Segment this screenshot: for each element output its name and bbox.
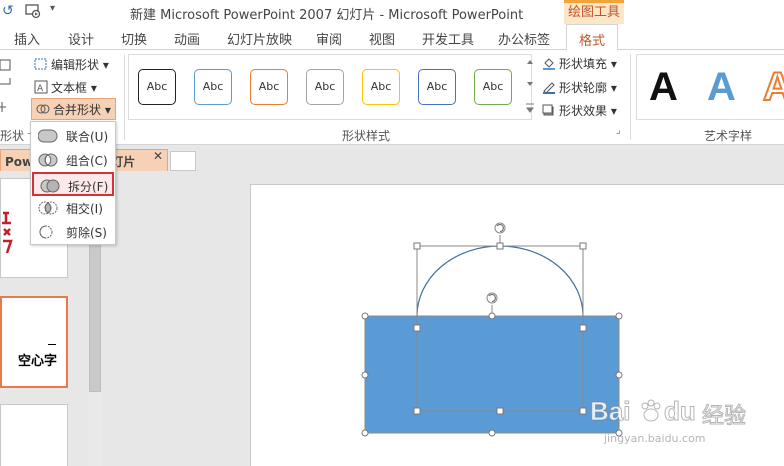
ribbon-tabs: 插入 设计 切换 动画 幻灯片放映 审阅 视图 开发工具 办公标签 格式 bbox=[0, 24, 784, 51]
tab-developer[interactable]: 开发工具 bbox=[422, 29, 474, 48]
gallery-scroll-icon[interactable] bbox=[524, 54, 536, 120]
close-tab-icon[interactable]: ✕ bbox=[153, 149, 163, 163]
slide-thumbnail-selected[interactable]: 空心字 bbox=[0, 296, 68, 388]
new-tab-button[interactable] bbox=[170, 151, 196, 171]
customize-quick-access-icon[interactable]: ▾ bbox=[50, 3, 55, 14]
shape-style-preset[interactable]: Abc bbox=[418, 69, 456, 105]
merge-shapes-menu: 联合(U) 组合(C) 拆分(F) 相交(I) 剪除(S) bbox=[30, 121, 116, 245]
thumbnail-art-icon bbox=[2, 211, 13, 254]
chevron-down-icon: ▾ bbox=[610, 81, 617, 95]
watermark-cn: 经验 bbox=[701, 404, 747, 430]
menu-item-combine[interactable]: 组合(C) bbox=[32, 148, 114, 172]
shape-fill-button[interactable]: 形状填充 ▾ bbox=[542, 55, 617, 72]
tab-transitions[interactable]: 切换 bbox=[121, 29, 147, 48]
tab-slideshow[interactable]: 幻灯片放映 bbox=[227, 29, 292, 48]
wordart-preset[interactable]: A bbox=[707, 65, 736, 110]
effects-icon bbox=[542, 104, 554, 116]
insert-shapes-group-label: 形状 bbox=[0, 129, 25, 143]
text-box-button[interactable]: A 文本框 ▾ bbox=[34, 79, 97, 96]
shape-styles-gallery: Abc Abc Abc Abc Abc Abc Abc bbox=[128, 54, 532, 120]
wordart-preset[interactable]: A bbox=[649, 65, 678, 110]
title-bar: ↺ ▾ 新建 Microsoft PowerPoint 2007 幻灯片 - M… bbox=[0, 0, 784, 24]
chevron-down-icon: ▾ bbox=[102, 58, 109, 72]
shape-effects-button[interactable]: 形状效果 ▾ bbox=[542, 102, 617, 119]
union-icon bbox=[38, 129, 58, 143]
ribbon-separator bbox=[124, 54, 125, 140]
chevron-down-icon: ▾ bbox=[610, 104, 617, 118]
wordart-group-label: 艺术字样 bbox=[704, 129, 753, 143]
undo-icon[interactable]: ↺ bbox=[2, 3, 16, 19]
subtract-icon bbox=[39, 225, 53, 239]
fragment-icon bbox=[40, 179, 60, 193]
text-box-label: 文本框 bbox=[51, 81, 88, 95]
semicircle-arc-shape[interactable] bbox=[416, 245, 584, 317]
menu-item-union[interactable]: 联合(U) bbox=[32, 124, 114, 148]
dialog-launcher-icon[interactable]: ⌟ bbox=[616, 125, 621, 136]
chevron-down-icon: ▾ bbox=[610, 57, 617, 71]
slide-thumbnail[interactable] bbox=[0, 404, 68, 466]
shape-style-preset[interactable]: Abc bbox=[306, 69, 344, 105]
tab-insert[interactable]: 插入 bbox=[14, 29, 40, 48]
text-box-icon: A bbox=[34, 80, 48, 94]
shape-styles-group-label: 形状样式 bbox=[342, 129, 391, 143]
watermark-brand: Bai bbox=[589, 396, 631, 427]
combine-icon bbox=[38, 153, 58, 167]
baidu-watermark: Bai du 经验 jingyan.baidu.com bbox=[589, 394, 770, 454]
edit-shape-button[interactable]: 编辑形状 ▾ bbox=[34, 56, 109, 73]
menu-item-intersect[interactable]: 相交(I) bbox=[32, 196, 114, 220]
intersect-icon bbox=[38, 201, 58, 215]
blue-rectangle-shape[interactable] bbox=[364, 315, 620, 434]
menu-item-fragment[interactable]: 拆分(F) bbox=[32, 172, 114, 196]
window-title: 新建 Microsoft PowerPoint 2007 幻灯片 - Micro… bbox=[130, 8, 524, 23]
thumbnail-dash bbox=[48, 344, 56, 345]
tab-animations[interactable]: 动画 bbox=[174, 29, 200, 48]
wordart-preset[interactable]: A bbox=[762, 64, 784, 110]
wordart-gallery: A A A bbox=[636, 54, 784, 120]
shape-outline-label: 形状轮廓 bbox=[559, 81, 608, 95]
tab-office-tab[interactable]: 办公标签 bbox=[498, 29, 550, 48]
shape-style-preset[interactable]: Abc bbox=[250, 69, 288, 105]
drawing-tools-context-label: 绘图工具 bbox=[564, 0, 624, 24]
shape-fill-label: 形状填充 bbox=[559, 57, 608, 71]
shape-effects-label: 形状效果 bbox=[559, 104, 608, 118]
chevron-down-icon: ▾ bbox=[90, 81, 97, 95]
powerpoint-window: ↺ ▾ 新建 Microsoft PowerPoint 2007 幻灯片 - M… bbox=[0, 0, 784, 466]
tab-format[interactable]: 格式 bbox=[566, 24, 619, 51]
tab-design[interactable]: 设计 bbox=[68, 29, 94, 48]
start-slideshow-icon[interactable] bbox=[24, 2, 42, 20]
shape-style-preset[interactable]: Abc bbox=[138, 69, 176, 105]
thumbnail-text: 空心字 bbox=[18, 354, 58, 369]
merge-shapes-button[interactable]: 合并形状 ▾ bbox=[31, 98, 116, 120]
ribbon-separator bbox=[630, 54, 631, 140]
tab-review[interactable]: 审阅 bbox=[316, 29, 342, 48]
menu-item-subtract[interactable]: 剪除(S) bbox=[32, 220, 114, 244]
pen-icon bbox=[543, 82, 555, 94]
edit-shape-label: 编辑形状 bbox=[51, 58, 100, 72]
merge-shapes-icon bbox=[36, 104, 50, 114]
shapes-gallery-edge-icon[interactable] bbox=[0, 58, 14, 118]
tab-view[interactable]: 视图 bbox=[369, 29, 395, 48]
shape-style-preset[interactable]: Abc bbox=[362, 69, 400, 105]
watermark-brand-2: du bbox=[664, 396, 697, 427]
paw-icon bbox=[641, 399, 661, 422]
edit-shape-icon bbox=[34, 58, 47, 70]
ribbon: 编辑形状 ▾ A 文本框 ▾ 合并形状 ▾ 形状 ⌟ Abc Abc Abc Ab… bbox=[0, 50, 784, 145]
paint-bucket-icon bbox=[543, 58, 555, 70]
watermark-url: jingyan.baidu.com bbox=[604, 432, 706, 445]
shape-style-preset[interactable]: Abc bbox=[474, 69, 512, 105]
chevron-down-icon: ▾ bbox=[104, 103, 111, 117]
shape-outline-button[interactable]: 形状轮廓 ▾ bbox=[542, 79, 617, 96]
document-tab-bar: Powe 幻灯片 ✕ bbox=[0, 145, 784, 172]
svg-text:A: A bbox=[37, 84, 44, 94]
merge-shapes-label: 合并形状 bbox=[53, 103, 102, 117]
shape-style-preset[interactable]: Abc bbox=[194, 69, 232, 105]
